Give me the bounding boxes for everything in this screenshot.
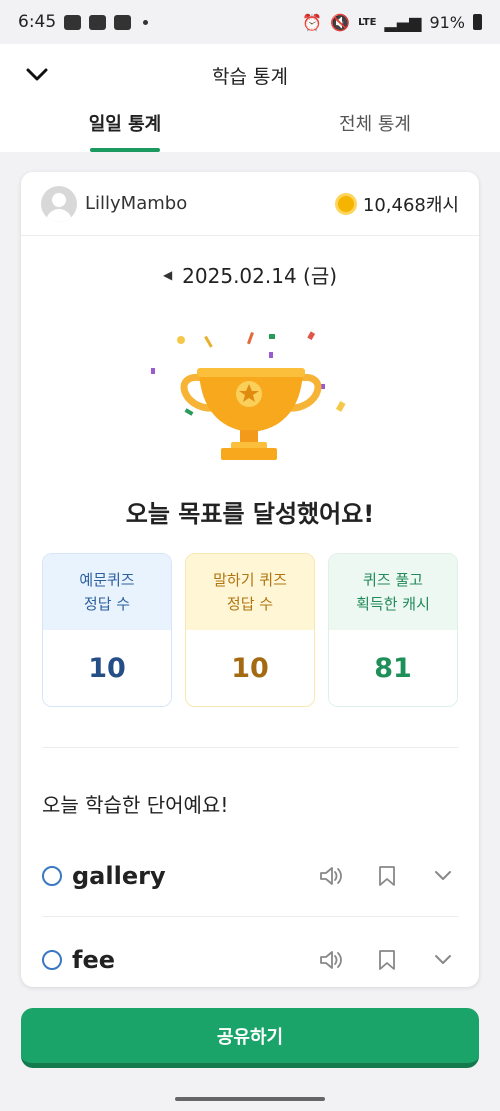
chevron-down-icon	[435, 871, 451, 880]
speaker-icon	[320, 867, 342, 885]
talk-notification-icon	[64, 14, 82, 30]
trophy-illustration	[141, 320, 361, 470]
date-selector: ◀ 2025.02.14 (금)	[21, 260, 479, 289]
battery-level: 91%	[429, 12, 465, 32]
stat-label-line1: 예문퀴즈	[79, 571, 135, 589]
bookmark-button[interactable]	[374, 947, 400, 973]
cash-amount: 10,468캐시	[362, 194, 459, 216]
stat-cash-earned: 퀴즈 풀고 획득한 캐시 81	[328, 553, 458, 707]
navigation-bar	[0, 1087, 500, 1111]
network-label: LTE	[358, 16, 377, 28]
word-text: fee	[72, 946, 115, 974]
speaker-button[interactable]	[318, 863, 344, 889]
goal-achieved-message: 오늘 목표를 달성했어요!	[125, 500, 375, 528]
stat-label-line2: 정답 수	[226, 595, 274, 613]
word-item[interactable]: gallery	[42, 846, 458, 906]
battery-icon	[473, 14, 482, 30]
username: LillyMambo	[85, 193, 188, 214]
trophy-icon	[151, 331, 346, 460]
home-gesture-handle[interactable]	[175, 1097, 325, 1101]
active-tab-indicator	[90, 148, 160, 152]
stats-summary: 예문퀴즈 정답 수 10 말하기 퀴즈 정답 수 10 퀴즈 풀고 획득한 캐시	[42, 553, 458, 707]
bookmark-icon	[379, 950, 395, 970]
more-notifications-icon	[143, 19, 149, 25]
tab-total-stats[interactable]: 전체 통계	[250, 102, 500, 152]
tab-bar: 일일 통계 전체 통계	[0, 102, 500, 152]
stat-speaking-quiz: 말하기 퀴즈 정답 수 10	[185, 553, 315, 707]
word-text: gallery	[72, 862, 166, 890]
notification-icon	[89, 14, 107, 30]
profile-row: LillyMambo 10,468캐시	[21, 172, 479, 236]
status-bar: 6:45 ⏰ 🔇 LTE ▂▄▆ 91%	[0, 0, 500, 44]
section-divider	[42, 747, 458, 748]
status-time: 6:45	[18, 12, 57, 32]
stat-value: 81	[329, 630, 457, 706]
expand-button[interactable]	[430, 863, 456, 889]
coin-icon	[334, 192, 357, 215]
qr-notification-icon	[114, 14, 132, 30]
stat-value: 10	[186, 630, 314, 706]
word-actions	[318, 947, 456, 973]
tab-label: 일일 통계	[88, 114, 162, 135]
app-header: 학습 통계 일일 통계 전체 통계	[0, 44, 500, 152]
speaker-button[interactable]	[318, 947, 344, 973]
stat-label-line2: 획득한 캐시	[356, 595, 430, 613]
correct-circle-icon	[42, 866, 62, 886]
current-date: 2025.02.14 (금)	[182, 264, 338, 288]
stats-card: LillyMambo 10,468캐시 ◀ 2025.02.14 (금) 오늘 …	[21, 172, 479, 987]
page-title: 학습 통계	[212, 66, 288, 88]
tab-daily-stats[interactable]: 일일 통계	[0, 102, 250, 152]
word-divider	[42, 916, 458, 917]
stat-value: 10	[43, 630, 171, 706]
bookmark-icon	[379, 866, 395, 886]
previous-date-button[interactable]: ◀	[163, 268, 172, 282]
stat-label: 예문퀴즈 정답 수	[43, 554, 171, 630]
words-section-title: 오늘 학습한 단어예요!	[42, 793, 229, 817]
speaker-icon	[320, 951, 342, 969]
stat-label: 말하기 퀴즈 정답 수	[186, 554, 314, 630]
chevron-down-icon	[435, 955, 451, 964]
stat-label-line1: 퀴즈 풀고	[363, 571, 423, 589]
stat-example-quiz: 예문퀴즈 정답 수 10	[42, 553, 172, 707]
tab-label: 전체 통계	[339, 114, 411, 135]
expand-button[interactable]	[430, 947, 456, 973]
mute-icon: 🔇	[330, 12, 351, 32]
cash-balance: 10,468캐시	[334, 191, 459, 217]
share-button[interactable]: 공유하기	[21, 1008, 479, 1068]
alarm-icon: ⏰	[302, 12, 323, 32]
word-item[interactable]: fee	[42, 930, 458, 987]
stat-label-line1: 말하기 퀴즈	[213, 571, 287, 589]
word-actions	[318, 863, 456, 889]
stat-label: 퀴즈 풀고 획득한 캐시	[329, 554, 457, 630]
avatar	[41, 185, 77, 222]
signal-icon: ▂▄▆	[384, 12, 422, 32]
correct-circle-icon	[42, 950, 62, 970]
bookmark-button[interactable]	[374, 863, 400, 889]
stat-label-line2: 정답 수	[83, 595, 131, 613]
